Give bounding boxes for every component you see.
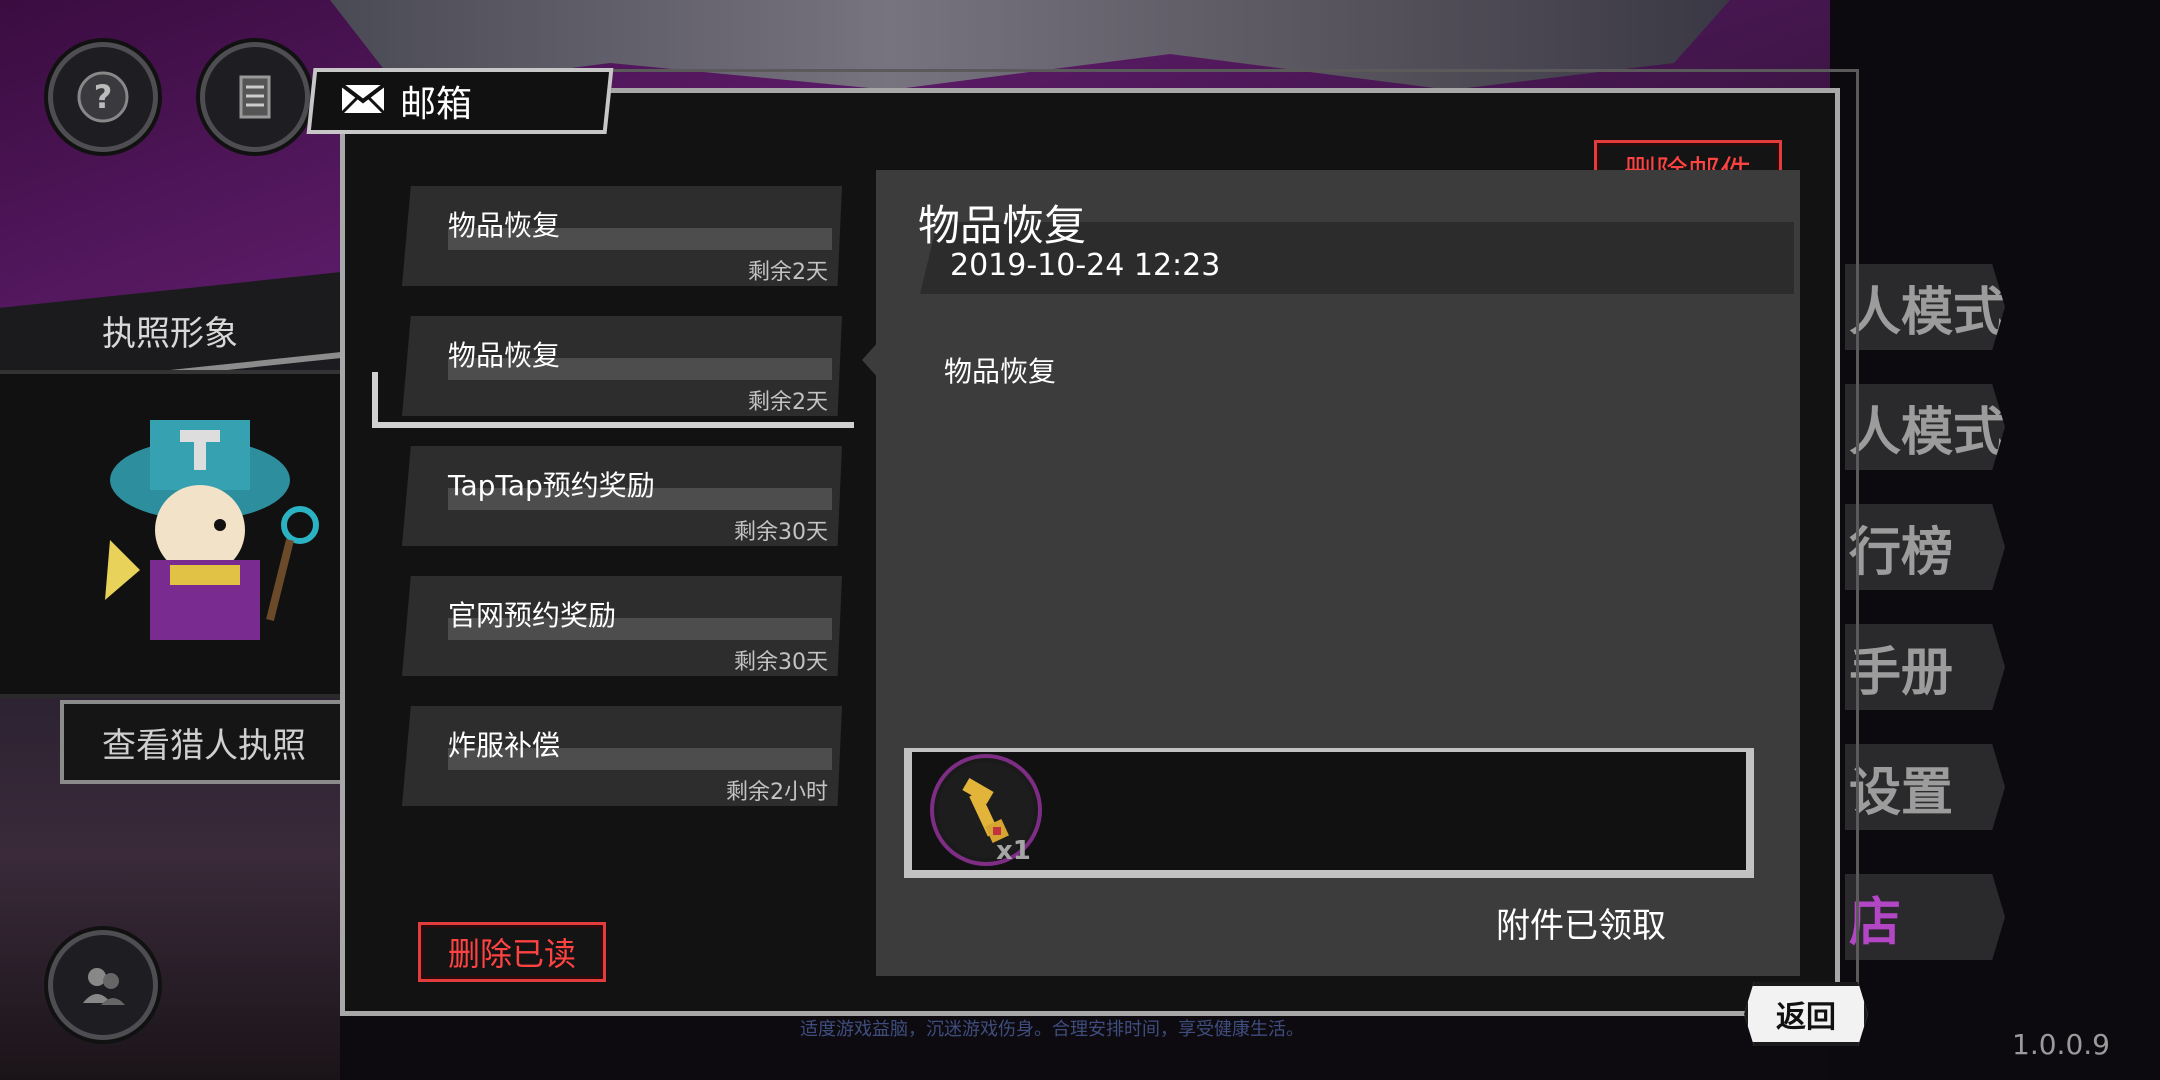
delete-read-button[interactable]: 删除已读 [418, 922, 606, 982]
selection-pointer [862, 340, 880, 380]
mail-list-item[interactable]: TapTap预约奖励 剩余30天 [402, 446, 842, 546]
right-menu-item[interactable]: 手册 [1845, 624, 2005, 710]
mail-item-name: TapTap预约奖励 [448, 469, 655, 502]
mail-item-name: 炸服补偿 [448, 729, 561, 762]
mail-item-remaining: 剩余30天 [734, 650, 828, 675]
version-label: 1.0.0.9 [2012, 1028, 2110, 1061]
svg-text:?: ? [94, 78, 113, 116]
right-menu-item[interactable]: 人模式 [1845, 384, 2005, 470]
mailbox-title-tab: 邮箱 [306, 68, 614, 134]
mail-list-item[interactable]: 物品恢复 剩余2天 [402, 186, 842, 286]
attachment-claimed-status: 附件已领取 [1496, 906, 1666, 946]
view-hunter-license-button[interactable]: 查看猎人执照 [60, 700, 344, 784]
mail-item-name: 官网预约奖励 [448, 599, 617, 632]
health-notice: 适度游戏益脑，沉迷游戏伤身。合理安排时间，享受健康生活。 [800, 1019, 1304, 1040]
mail-item-name: 物品恢复 [448, 209, 561, 242]
mail-list-item[interactable]: 官网预约奖励 剩余30天 [402, 576, 842, 676]
mail-list-item-selected[interactable]: 物品恢复 剩余2天 [402, 316, 842, 416]
mail-datetime: 2019-10-24 12:23 [950, 248, 1221, 283]
envelope-icon [340, 83, 386, 119]
back-button[interactable]: 返回 [1744, 982, 1868, 1046]
mail-item-remaining: 剩余2小时 [726, 780, 828, 805]
notice-icon[interactable] [200, 42, 310, 152]
mail-item-remaining: 剩余2天 [748, 390, 828, 415]
mail-body: 物品恢复 [944, 355, 1057, 388]
right-menu-item-shop[interactable]: 店 [1845, 874, 2005, 960]
mail-item-remaining: 剩余30天 [734, 520, 828, 545]
attachment-quantity: x1 [996, 836, 1031, 866]
right-menu-item[interactable]: 设置 [1845, 744, 2005, 830]
right-menu-item[interactable]: 行榜 [1845, 504, 2005, 590]
mail-item-remaining: 剩余2天 [748, 260, 828, 285]
mailbox-title: 邮箱 [400, 84, 473, 125]
mail-detail-title: 物品恢复 [918, 201, 1087, 250]
friends-icon[interactable] [48, 930, 158, 1040]
help-icon[interactable]: ? [48, 42, 158, 152]
right-menu-item[interactable]: 人模式 [1845, 264, 2005, 350]
mail-item-name: 物品恢复 [448, 339, 561, 372]
hunter-avatar [80, 400, 340, 660]
mail-list-item[interactable]: 炸服补偿 剩余2小时 [402, 706, 842, 806]
